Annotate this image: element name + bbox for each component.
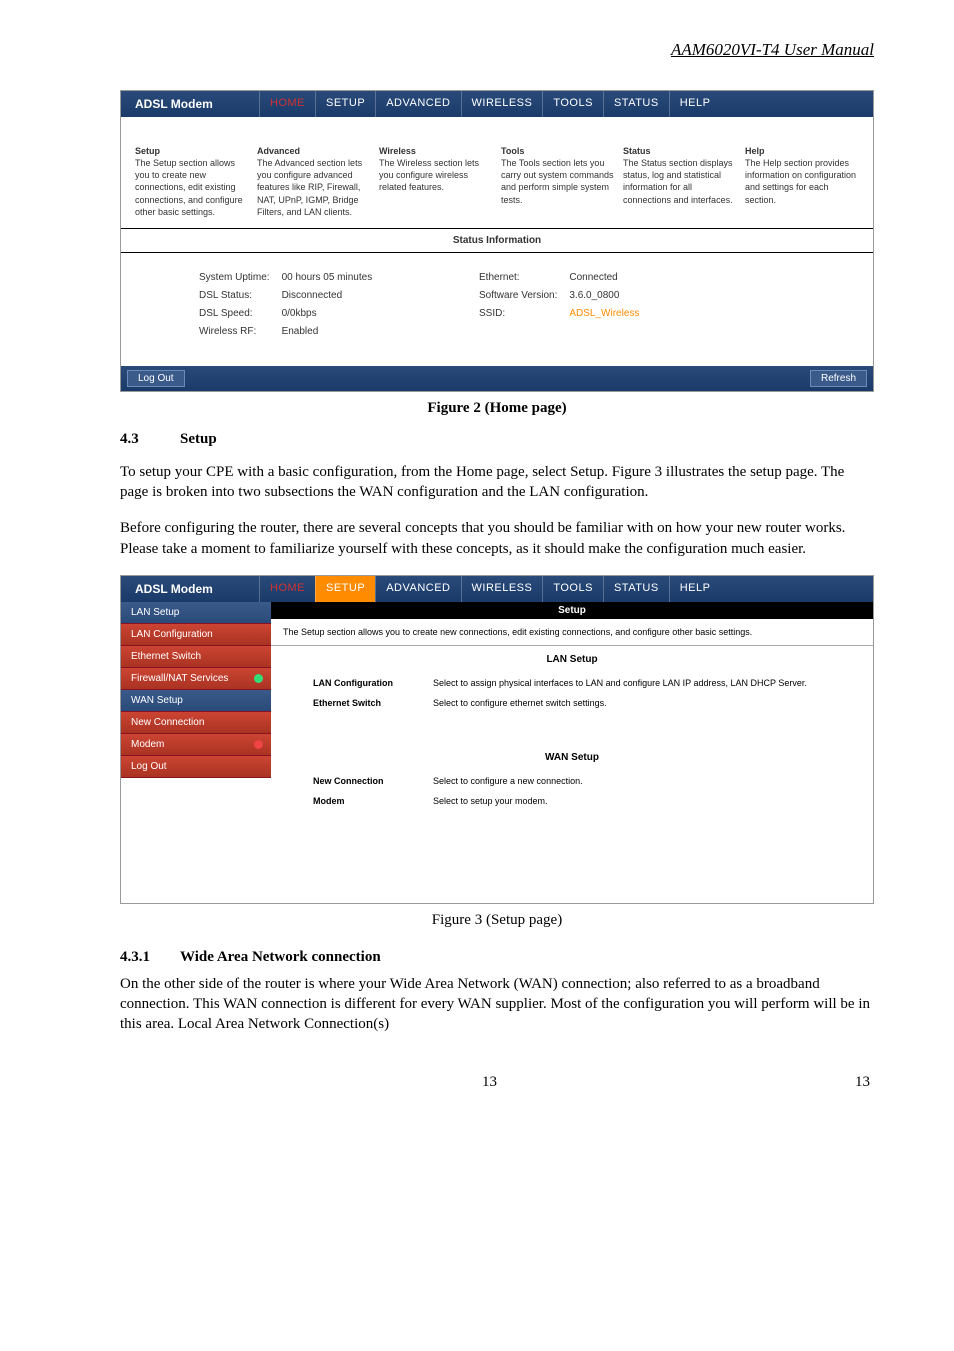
nav-tab-home[interactable]: HOME	[259, 91, 315, 117]
sidebar-item[interactable]: Modem	[121, 734, 271, 756]
module-setup: SetupThe Setup section allows you to cre…	[135, 145, 249, 218]
status-info-header: Status Information	[121, 228, 873, 253]
section-4-3-1-heading: 4.3.1Wide Area Network connection	[120, 949, 874, 966]
nav-tab-tools[interactable]: TOOLS	[542, 91, 603, 117]
section-4-3-heading: 4.3Setup	[120, 431, 874, 448]
nav-tab-help[interactable]: HELP	[669, 576, 721, 602]
sidebar-item[interactable]: LAN Setup	[121, 602, 271, 624]
setup-para-2: Before configuring the router, there are…	[120, 518, 874, 559]
nav-tab-wireless[interactable]: WIRELESS	[461, 91, 543, 117]
nav-tab-advanced[interactable]: ADVANCED	[375, 91, 460, 117]
module-wireless: WirelessThe Wireless section lets you co…	[379, 145, 493, 218]
brand-label: ADSL Modem	[121, 91, 259, 117]
wan-setup-subtitle: WAN Setup	[271, 744, 873, 771]
module-tools: ToolsThe Tools section lets you carry ou…	[501, 145, 615, 218]
figure-2-caption: Figure 2 (Home page)	[120, 400, 874, 417]
sidebar-item[interactable]: Log Out	[121, 756, 271, 778]
nav-tab-home[interactable]: HOME	[259, 576, 315, 602]
nav-tab-status[interactable]: STATUS	[603, 576, 669, 602]
panel-description: The Setup section allows you to create n…	[271, 619, 873, 646]
nav-tab-advanced[interactable]: ADVANCED	[375, 576, 460, 602]
sidebar-item[interactable]: Ethernet Switch	[121, 646, 271, 668]
sidebar-item[interactable]: WAN Setup	[121, 690, 271, 712]
sidebar-item[interactable]: New Connection	[121, 712, 271, 734]
panel-title: Setup	[271, 602, 873, 619]
home-page-screenshot: ADSL Modem HOMESETUPADVANCEDWIRELESSTOOL…	[120, 90, 874, 392]
module-advanced: AdvancedThe Advanced section lets you co…	[257, 145, 371, 218]
refresh-button[interactable]: Refresh	[810, 370, 867, 387]
nav-tab-help[interactable]: HELP	[669, 91, 721, 117]
page-number: 13 13	[120, 1074, 874, 1091]
setup-para-1: To setup your CPE with a basic configura…	[120, 462, 874, 503]
nav-tab-wireless[interactable]: WIRELESS	[461, 576, 543, 602]
lan-setup-subtitle: LAN Setup	[271, 646, 873, 673]
nav-tab-setup[interactable]: SETUP	[315, 91, 375, 117]
sidebar-item[interactable]: LAN Configuration	[121, 624, 271, 646]
module-help: HelpThe Help section provides informatio…	[745, 145, 859, 218]
nav-tab-setup[interactable]: SETUP	[315, 576, 375, 602]
setup-page-screenshot: ADSL Modem HOMESETUPADVANCEDWIRELESSTOOL…	[120, 575, 874, 904]
manual-title: AAM6020VI-T4 User Manual	[120, 40, 874, 60]
logout-button[interactable]: Log Out	[127, 370, 185, 387]
nav-tab-tools[interactable]: TOOLS	[542, 576, 603, 602]
figure-3-caption: Figure 3 (Setup page)	[120, 912, 874, 929]
wan-para: On the other side of the router is where…	[120, 974, 874, 1035]
nav-tab-status[interactable]: STATUS	[603, 91, 669, 117]
sidebar-item[interactable]: Firewall/NAT Services	[121, 668, 271, 690]
brand-label: ADSL Modem	[121, 576, 259, 602]
module-status: StatusThe Status section displays status…	[623, 145, 737, 218]
